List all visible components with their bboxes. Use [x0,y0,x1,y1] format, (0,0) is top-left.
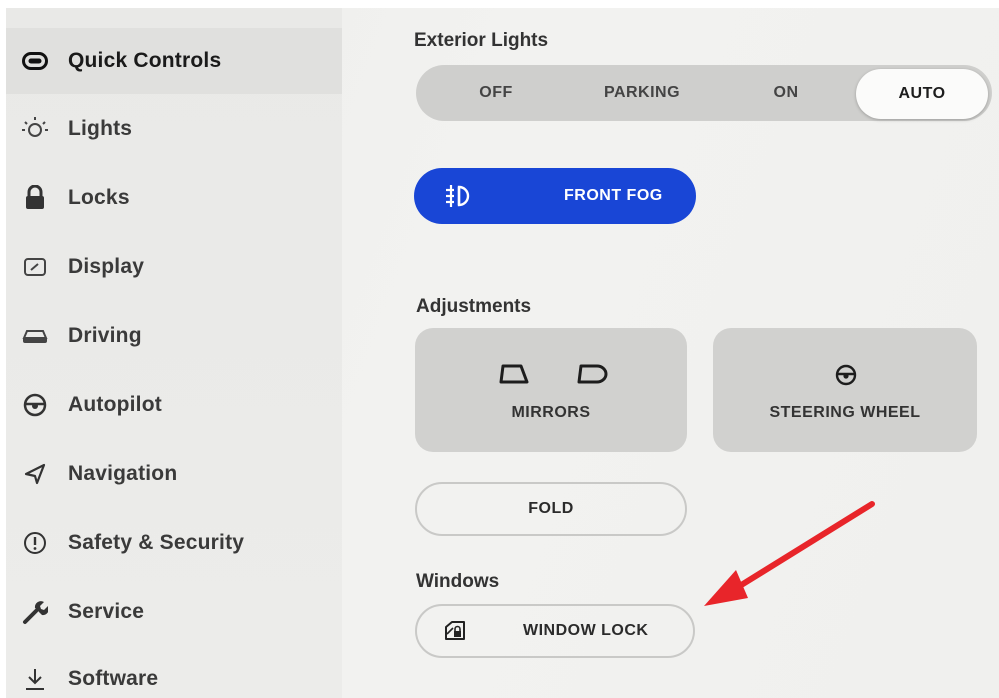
sidebar-item-label: Display [68,255,145,278]
sidebar-item-software[interactable]: Software [6,646,342,698]
sidebar-item-label: Service [68,600,145,623]
car-icon [20,321,50,351]
sidebar: Quick Controls Lights Locks Display Driv [6,8,342,698]
bulb-icon [20,114,50,144]
sidebar-item-service[interactable]: Service [6,579,342,645]
display-icon [20,252,50,282]
window-lock-label: WINDOW LOCK [523,622,649,639]
screen: Quick Controls Lights Locks Display Driv [6,8,999,698]
sidebar-item-locks[interactable]: Locks [6,165,342,231]
lock-icon [20,183,50,213]
left-mirror-icon [499,364,529,384]
fold-label: FOLD [528,500,574,517]
steering-wheel-icon [20,390,50,420]
lights-parking-option[interactable]: PARKING [582,65,702,121]
sidebar-item-lights[interactable]: Lights [6,96,342,162]
sidebar-item-autopilot[interactable]: Autopilot [6,372,342,438]
lights-on-option[interactable]: ON [736,65,836,121]
lights-auto-option[interactable]: AUTO [856,69,988,119]
sidebar-item-navigation[interactable]: Navigation [6,441,342,507]
front-fog-button[interactable]: FRONT FOG [414,168,696,224]
front-fog-label: FRONT FOG [564,187,663,204]
exterior-lights-selector: OFF PARKING ON AUTO [416,65,992,121]
alert-circle-icon [20,528,50,558]
sidebar-item-label: Autopilot [68,393,162,416]
steering-wheel-icon [835,364,857,386]
sidebar-item-label: Quick Controls [68,49,222,72]
sidebar-item-safety-security[interactable]: Safety & Security [6,510,342,576]
steering-wheel-label: STEERING WHEEL [769,404,921,421]
exterior-lights-title: Exterior Lights [414,30,549,51]
navigation-arrow-icon [20,459,50,489]
wrench-icon [20,597,50,627]
sidebar-item-label: Lights [68,117,133,140]
sidebar-item-quick-controls[interactable]: Quick Controls [6,28,342,94]
sidebar-item-label: Navigation [68,462,178,485]
steering-wheel-button[interactable]: STEERING WHEEL [713,328,977,452]
sidebar-item-label: Safety & Security [68,531,245,554]
adjustments-title: Adjustments [416,296,532,317]
sidebar-item-display[interactable]: Display [6,234,342,300]
fold-mirrors-button[interactable]: FOLD [415,482,687,536]
sidebar-item-driving[interactable]: Driving [6,303,342,369]
mirrors-label: MIRRORS [511,404,591,421]
right-mirror-icon [577,364,608,384]
mirrors-button[interactable]: MIRRORS [415,328,687,452]
window-lock-button[interactable]: WINDOW LOCK [415,604,695,658]
toggle-icon [20,46,50,76]
download-icon [20,664,50,694]
sidebar-item-label: Driving [68,324,142,347]
window-lock-icon [445,621,465,640]
windows-title: Windows [416,571,500,592]
lights-off-option[interactable]: OFF [446,65,546,121]
fog-light-icon [446,185,470,207]
annotation-arrow [704,501,875,606]
sidebar-item-label: Locks [68,186,130,209]
sidebar-item-label: Software [68,667,159,690]
